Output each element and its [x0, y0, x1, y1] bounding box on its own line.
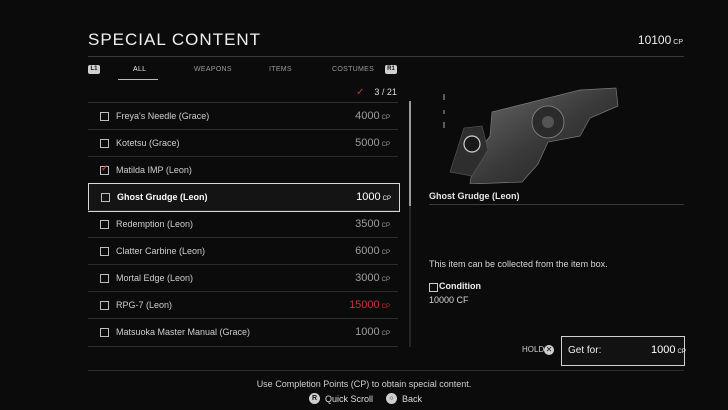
page-title: SPECIAL CONTENT [88, 30, 262, 49]
detail-divider [429, 204, 684, 205]
item-price-unit: CP [381, 304, 390, 310]
owned-count: 3 / 21 [374, 87, 397, 97]
condition-checkbox-icon [429, 283, 438, 292]
purchase-label: Get for: [568, 345, 602, 356]
item-name: Mortal Edge (Leon) [116, 273, 194, 283]
footer-divider [88, 370, 684, 371]
footer-hint: Use Completion Points (CP) to obtain spe… [256, 379, 472, 389]
item-price: 1000 CP [356, 191, 391, 203]
condition-value: 10000 CF [429, 295, 469, 305]
item-price-value: 1000 [355, 326, 380, 338]
list-item[interactable]: Redemption (Leon) 3500 CP [88, 210, 398, 238]
checked-checkbox-icon [100, 163, 109, 175]
tab-weapons[interactable]: WEAPONS [194, 66, 232, 73]
list-item-selected[interactable]: Ghost Grudge (Leon) 1000 CP [88, 183, 400, 212]
checkmark-icon: ✓ [356, 87, 365, 98]
list-item[interactable]: RPG-7 (Leon) 15000 CP [88, 291, 398, 319]
item-name: Matsuoka Master Manual (Grace) [116, 327, 251, 337]
checkbox-icon [100, 247, 109, 256]
item-name: Freya's Needle (Grace) [116, 111, 210, 121]
tab-all[interactable]: ALL [133, 66, 146, 73]
item-price: 3000 CP [355, 272, 390, 284]
item-price-value: 6000 [355, 245, 380, 257]
item-name: Ghost Grudge (Leon) [117, 192, 208, 202]
cp-balance: 10100 CP [638, 33, 683, 47]
item-price: 3500 CP [355, 218, 390, 230]
scrollbar-thumb[interactable] [409, 101, 411, 206]
item-price-unaffordable: 15000 CP [349, 299, 390, 311]
item-price-unit: CP [381, 142, 390, 148]
list-item[interactable]: Mortal Edge (Leon) 3000 CP [88, 264, 398, 292]
hold-label: HOLD [522, 345, 545, 354]
tab-costumes[interactable]: COSTUMES [332, 66, 374, 73]
item-price-unit: CP [381, 277, 390, 283]
cp-unit: CP [673, 39, 683, 46]
item-name: Kotetsu (Grace) [116, 138, 180, 148]
item-price-unit: CP [381, 250, 390, 256]
checkbox-icon [100, 139, 109, 148]
owned-counter: ✓ 3 / 21 [356, 87, 397, 98]
item-name: RPG-7 (Leon) [116, 300, 173, 310]
cp-balance-value: 10100 [637, 33, 672, 47]
item-price-unit: CP [381, 223, 390, 229]
active-tab-indicator [118, 79, 158, 80]
item-price-value: 15000 [349, 299, 380, 311]
category-tabs: L1 ALL WEAPONS ITEMS COSTUMES R1 [88, 62, 398, 80]
item-price-value: 1000 [356, 191, 381, 203]
item-name: Clatter Carbine (Leon) [116, 246, 206, 256]
item-price-value: 3500 [355, 218, 380, 230]
list-item[interactable]: Freya's Needle (Grace) 4000 CP [88, 102, 398, 130]
item-name: Redemption (Leon) [116, 219, 194, 229]
item-name: Matilda IMP (Leon) [116, 165, 192, 175]
checkbox-icon [100, 274, 109, 283]
r1-button-icon[interactable]: R1 [385, 65, 397, 74]
l1-button-icon[interactable]: L1 [88, 65, 100, 74]
tab-items[interactable]: ITEMS [269, 66, 292, 73]
checkbox-icon [100, 301, 109, 310]
checkbox-icon [100, 112, 109, 121]
circle-button-icon[interactable]: ○ [386, 393, 397, 404]
item-price: 5000 CP [355, 137, 390, 149]
checkbox-icon [101, 193, 110, 202]
quick-scroll-label[interactable]: Quick Scroll [325, 394, 373, 404]
list-item[interactable]: Clatter Carbine (Leon) 6000 CP [88, 237, 398, 265]
detail-item-name: Ghost Grudge (Leon) [429, 191, 520, 201]
item-price-unit: CP [381, 115, 390, 121]
r-stick-button-icon[interactable]: R [309, 393, 320, 404]
item-price: 6000 CP [355, 245, 390, 257]
item-price: 4000 CP [355, 110, 390, 122]
item-price-unit: CP [382, 196, 391, 202]
item-price-unit: CP [381, 331, 390, 337]
list-item[interactable]: Kotetsu (Grace) 5000 CP [88, 129, 398, 157]
list-item[interactable]: Matilda IMP (Leon) [88, 156, 398, 184]
revolver-preview-image [443, 87, 619, 184]
purchase-price: 1000 CP [651, 344, 686, 356]
purchase-price-unit: CP [677, 349, 686, 355]
list-item[interactable]: Matsuoka Master Manual (Grace) 1000 CP [88, 318, 398, 347]
collect-note: This item can be collected from the item… [429, 259, 608, 269]
back-label[interactable]: Back [402, 394, 422, 404]
item-price-value: 3000 [355, 272, 380, 284]
condition-label: Condition [439, 281, 481, 291]
header-divider [88, 56, 684, 57]
item-price: 1000 CP [355, 326, 390, 338]
item-price-value: 4000 [355, 110, 380, 122]
item-price-value: 5000 [355, 137, 380, 149]
checkbox-icon [100, 328, 109, 337]
cross-button-icon[interactable]: ✕ [544, 345, 554, 355]
purchase-price-value: 1000 [651, 344, 676, 356]
checkbox-icon [100, 220, 109, 229]
